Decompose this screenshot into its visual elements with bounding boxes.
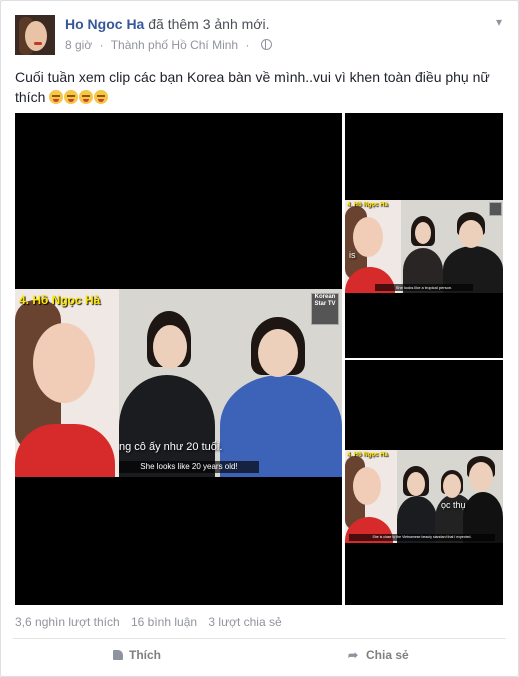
english-subtitle: She is close to the Vietnamese beauty st…	[349, 534, 495, 541]
comments-count[interactable]: 16 bình luận	[131, 615, 197, 629]
post-location[interactable]: Thành phố Hồ Chí Minh	[111, 38, 238, 52]
post-card: Ho Ngoc Ha đã thêm 3 ảnh mới. 8 giờ · Th…	[0, 0, 519, 677]
photo-top-right[interactable]: 4. Hồ Ngọc Hà is She looks like a tropic…	[345, 113, 503, 358]
video-title-tag: 4. Hồ Ngọc Hà	[347, 452, 388, 458]
like-button[interactable]: Thích	[113, 648, 161, 662]
vietnamese-subtitle: is	[349, 250, 356, 260]
share-button[interactable]: ➦ Chia sẻ	[348, 648, 409, 662]
photo-main[interactable]: 4. Hồ Ngọc Hà Korean Star TV ng cô ấy nh…	[15, 113, 342, 605]
likes-count[interactable]: 3,6 nghìn lượt thích	[15, 615, 120, 629]
video-title-tag: 4. Hồ Ngọc Hà	[19, 293, 101, 307]
english-subtitle: She looks like 20 years old!	[119, 461, 259, 473]
english-subtitle: She looks like a tropical person.	[375, 284, 473, 291]
separator: ·	[99, 38, 104, 52]
globe-icon[interactable]	[260, 39, 272, 50]
grin-emoji-icon	[49, 90, 64, 104]
grin-emoji-icon	[64, 90, 79, 104]
post-stats: 3,6 nghìn lượt thích 16 bình luận 3 lượt…	[15, 615, 290, 629]
shares-count[interactable]: 3 lượt chia sẻ	[208, 615, 281, 629]
chevron-down-icon[interactable]: ▾	[496, 15, 502, 29]
vietnamese-subtitle: ọc thụ	[441, 500, 466, 510]
video-title-tag: 4. Hồ Ngọc Hà	[347, 202, 388, 208]
like-label: Thích	[129, 648, 161, 662]
share-arrow-icon: ➦	[348, 648, 359, 662]
korean-star-tv-logo	[489, 202, 502, 216]
post-action: đã thêm 3 ảnh mới.	[148, 16, 270, 32]
grin-emoji-icon	[94, 90, 109, 104]
vietnamese-subtitle: ng cô ấy như 20 tuổi.	[119, 441, 223, 453]
avatar[interactable]	[15, 15, 55, 55]
divider	[13, 638, 506, 639]
thumbs-up-icon	[113, 650, 123, 660]
share-label: Chia sẻ	[366, 648, 409, 662]
author-name[interactable]: Ho Ngoc Ha	[65, 16, 144, 32]
photo-bottom-right[interactable]: 4. Hồ Ngọc Hà ọc thụ She is close to the…	[345, 360, 503, 605]
emoji-row	[49, 89, 109, 105]
post-time[interactable]: 8 giờ	[65, 38, 92, 52]
post-meta: 8 giờ · Thành phố Hồ Chí Minh ·	[65, 38, 272, 52]
korean-star-tv-logo: Korean Star TV	[311, 293, 339, 325]
separator: ·	[245, 38, 250, 52]
grin-emoji-icon	[79, 90, 94, 104]
post-text: Cuối tuần xem clip các bạn Korea bàn về …	[15, 67, 505, 107]
post-header: Ho Ngoc Ha đã thêm 3 ảnh mới.	[65, 16, 269, 32]
